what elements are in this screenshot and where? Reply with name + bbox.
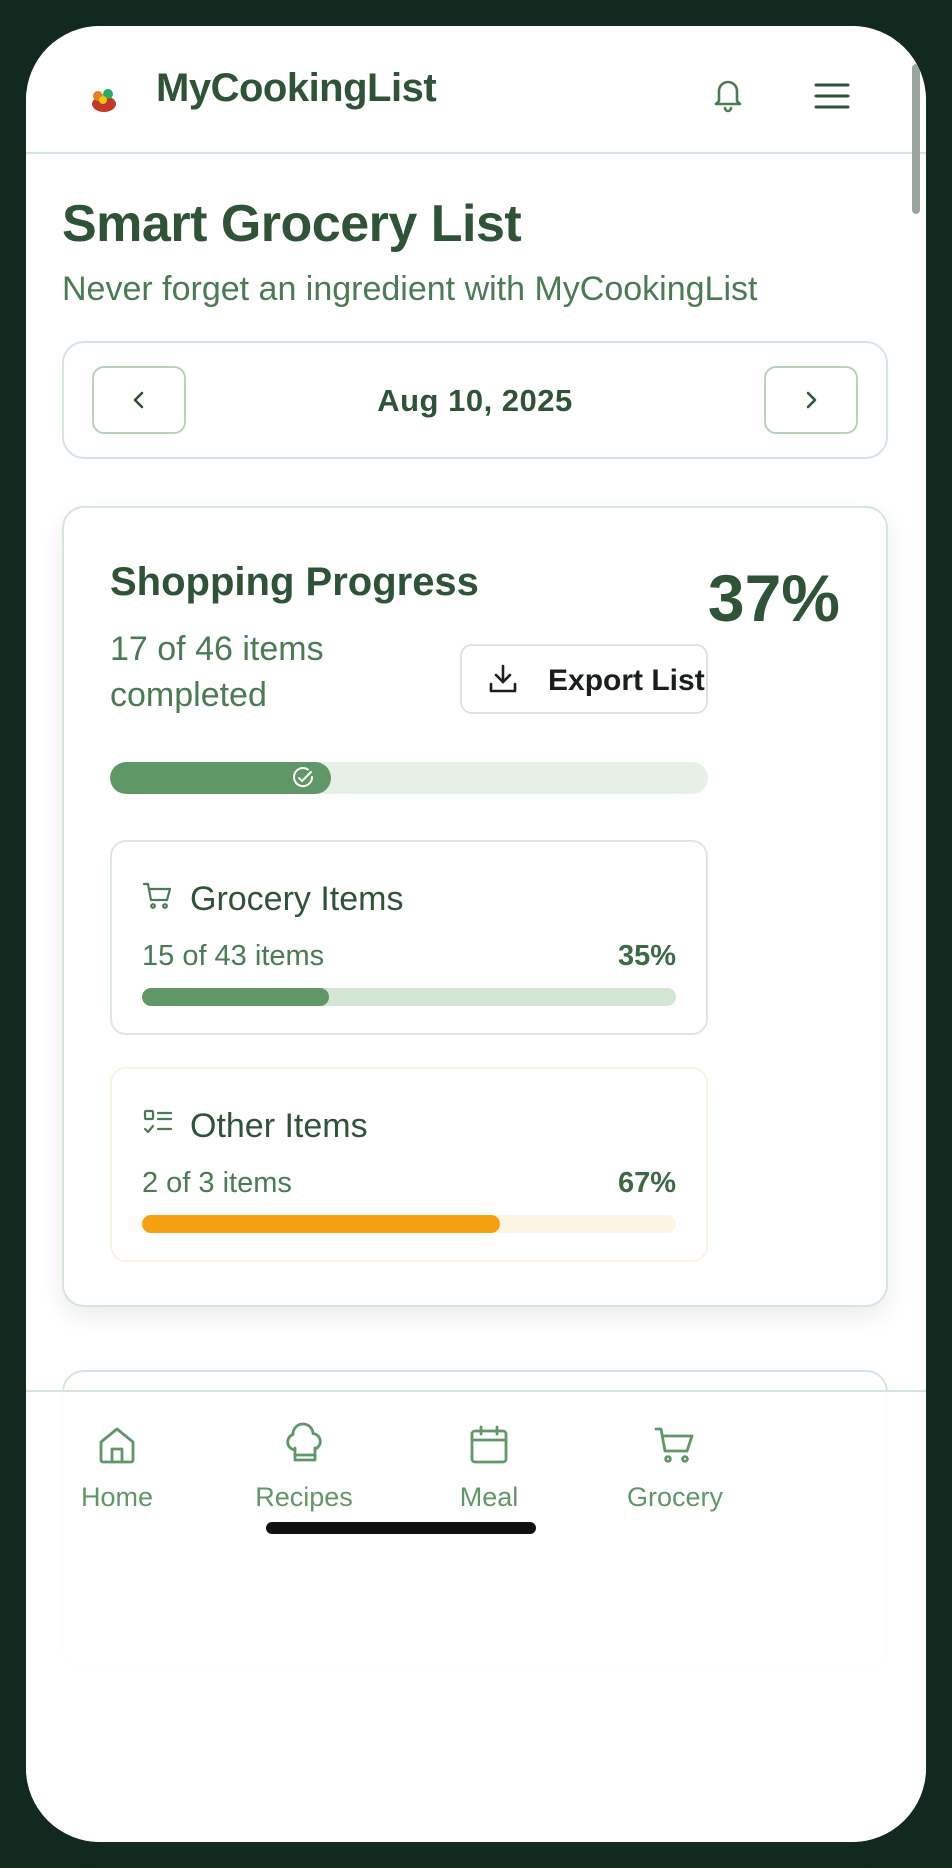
cart-icon [654,1427,694,1463]
grocery-items-title: Grocery Items [190,880,404,918]
grocery-items-card: Grocery Items 15 of 43 items 35% [110,840,708,1035]
grocery-items-percent: 35% [617,940,676,972]
chef-hat-icon [286,1422,322,1462]
check-circle-icon [293,767,314,788]
phone-frame: MyCookingList Smart Grocery List Never f… [0,0,952,1868]
home-indicator[interactable] [266,1522,536,1534]
bottom-navigation: Home Recipes Meal Grocery [26,1390,926,1842]
page-title: Smart Grocery List [62,195,522,253]
other-items-progress-fill [142,1215,500,1233]
grocery-items-progress-bar [142,988,676,1006]
other-items-percent: 67% [617,1167,676,1199]
menu-icon[interactable] [808,72,856,120]
progress-summary: 17 of 46 items completed [110,630,324,714]
other-items-count: 2 of 3 items [142,1167,292,1199]
page-subtitle: Never forget an ingredient with MyCookin… [62,270,758,308]
nav-grocery-label: Grocery [626,1482,724,1512]
screen: MyCookingList Smart Grocery List Never f… [26,26,926,1842]
nav-meal[interactable]: Meal [409,1422,569,1522]
grocery-items-count: 15 of 43 items [142,940,325,972]
export-list-button[interactable]: Export List [460,644,708,714]
grocery-items-progress-fill [142,988,329,1006]
download-icon [489,664,517,693]
home-icon [99,1427,135,1464]
nav-grocery[interactable]: Grocery [595,1422,755,1522]
current-date: Aug 10, 2025 [377,383,573,418]
progress-percent: 37% [707,561,840,635]
nav-home[interactable]: Home [37,1422,197,1522]
checklist-icon [143,1109,173,1134]
progress-title: Shopping Progress [110,560,479,604]
nav-recipes-label: Recipes [255,1482,353,1512]
other-items-card: Other Items 2 of 3 items 67% [110,1067,708,1262]
date-navigator: Aug 10, 2025 [62,341,888,459]
calendar-icon [470,1425,508,1464]
nav-home-label: Home [80,1482,154,1512]
shopping-progress-card: Shopping Progress 37% 17 of 46 items com… [62,506,888,1307]
app-header: MyCookingList [26,26,926,154]
next-date-button[interactable] [764,366,858,434]
app-title: MyCookingList [156,66,437,110]
bell-icon[interactable] [704,70,752,118]
chevron-right-icon [806,391,817,409]
cart-icon [142,882,172,909]
other-items-title: Other Items [190,1107,368,1145]
scrollbar[interactable] [912,64,920,214]
nav-recipes[interactable]: Recipes [224,1422,384,1522]
other-items-progress-bar [142,1215,676,1233]
app-logo-icon [92,89,116,112]
nav-meal-label: Meal [459,1482,519,1512]
overall-progress-bar [110,762,708,794]
export-list-label: Export List [548,664,705,697]
